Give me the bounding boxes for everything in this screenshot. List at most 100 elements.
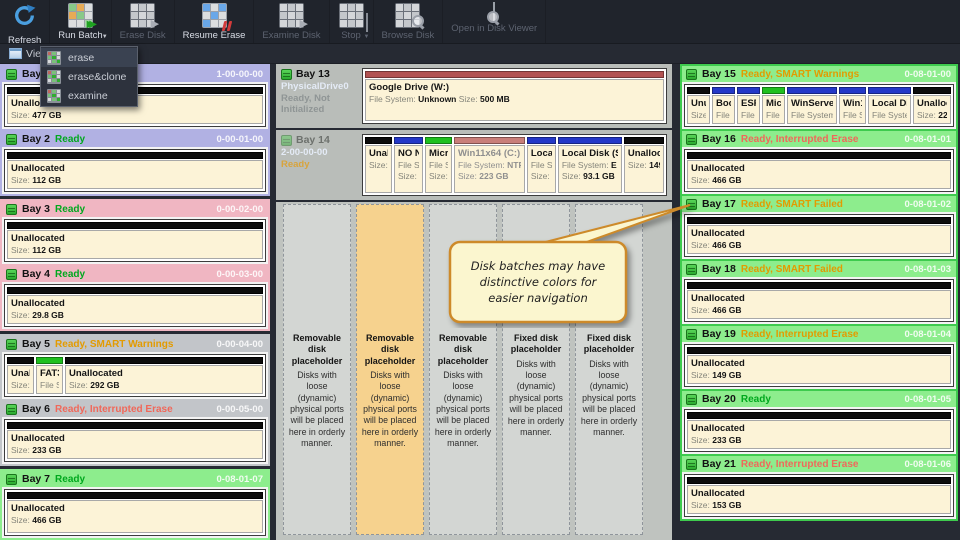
toolbar-button-run-batch[interactable]: Run Batch [50,0,111,43]
partition-box[interactable]: LocalFile SSize: [527,145,556,193]
partition-box[interactable]: UnallocatedSize: 149 GB [687,355,951,384]
toolbar-button-open-in-disk-viewer[interactable]: Open in Disk Viewer [443,0,546,43]
bay-panel-bay-20[interactable]: Bay 20Ready0-08-01-05 UnallocatedSize: 23… [682,391,956,454]
bay-panel-bay-19[interactable]: Bay 19Ready, Interrupted Erase0-08-01-04… [682,326,956,389]
partition-box[interactable]: UnallocatedSize: 233 GB [7,430,263,459]
toolbar-button-stop[interactable]: Stop [330,0,374,43]
partition[interactable]: UnallocatedSize: 466 GB [7,492,263,533]
bay-panel-bay-5[interactable]: Bay 5Ready, SMART Warnings0-00-04-00 Unal… [2,336,268,399]
partition-box[interactable]: UnalSize: [7,365,34,394]
menu-item-erase[interactable]: erase [41,48,137,67]
partition-box[interactable]: UnallocatedSize: 112 GB [7,160,263,189]
partition-box[interactable]: UnalSize: [365,145,392,193]
bay-panel-bay-14[interactable]: Bay 142-00-00-00ReadyUnalSize:NO NFile S… [276,130,672,200]
bay-header[interactable]: Bay 2Ready0-00-01-00 [2,131,268,147]
partition[interactable]: UnallocatedSize: 112 GB [7,152,263,189]
toolbar-button-resume-erase[interactable]: Resume Erase [175,0,255,43]
partition-box[interactable]: UnallocatedSize: 233 GB [687,420,951,449]
bay-panel-bay-3[interactable]: Bay 3Ready0-00-02-00 UnallocatedSize: 112… [2,201,268,264]
partition[interactable]: UnallocatedSize: 149 GB [687,347,951,384]
partition[interactable]: LocalFile SSize: [527,137,556,193]
partition-box[interactable]: UnuSize [687,95,710,124]
menu-item-erase-clone[interactable]: erase&clone [41,67,137,86]
bay-panel-bay-15[interactable]: Bay 15Ready, SMART Warnings0-08-01-00 Unu… [682,66,956,129]
bay-panel-bay-6[interactable]: Bay 6Ready, Interrupted Erase0-00-05-00 U… [2,401,268,464]
bay-panel-bay-2[interactable]: Bay 2Ready0-00-01-00 UnallocatedSize: 112… [2,131,268,194]
partition-box[interactable]: Local Disk (S:File System: ESize: 93.1 G… [558,145,622,193]
toolbar-button-refresh[interactable]: Refresh [0,0,50,43]
partition[interactable]: MicFileSize [762,87,785,124]
partition[interactable]: UnallocatedSize: 466 GB [687,152,951,189]
bay-header[interactable]: Bay 17Ready, SMART Failed0-08-01-02 [682,196,956,212]
partition[interactable]: UnallocatedSize: 466 GB [687,217,951,254]
partition[interactable]: Local Disk (S:File System: ESize: 93.1 G… [558,137,622,193]
partition[interactable]: Google Drive (W:)File System: Unknown Si… [365,71,664,121]
bay-header[interactable]: Bay 20Ready0-08-01-05 [682,391,956,407]
partition-box[interactable]: UnallocatedSize: 149 GB [624,145,664,193]
bay-panel-bay-13[interactable]: Bay 13PhysicalDrive0Ready, Not Initializ… [276,64,672,128]
partition[interactable]: Local DislFile SysterSize: 83.8 [868,87,911,124]
partition-box[interactable]: UnallocatedSize: 466 GB [687,160,951,189]
partition-box[interactable]: NO NFile SSize: [394,145,423,193]
partition[interactable]: UnallocatedSize: 149 GB [624,137,664,193]
partition-box[interactable]: FAT3File SSize: [36,365,63,394]
bay-header[interactable]: Bay 16Ready, Interrupted Erase0-08-01-01 [682,131,956,147]
bay-header[interactable]: Bay 18Ready, SMART Failed0-08-01-03 [682,261,956,277]
toolbar-button-erase-disk[interactable]: Erase Disk [112,0,175,43]
partition-box[interactable]: Local DislFile SysterSize: 83.8 [868,95,911,124]
toolbar-button-examine-disk[interactable]: Examine Disk [254,0,329,43]
partition-box[interactable]: MicFileSize [762,95,785,124]
partition[interactable]: UnallocatedSize: 153 GB [687,477,951,514]
partition[interactable]: FAT3File SSize: [36,357,63,394]
partition[interactable]: BocFileSize [712,87,735,124]
partition-box[interactable]: UnallocatedSize: 466 GB [687,225,951,254]
partition-box[interactable]: ESPFileSize [737,95,760,124]
partition-detail: Size: 226 GB [917,110,947,121]
partition-box[interactable]: Win1File SySize: 5 [839,95,866,124]
partition-box[interactable]: UnallocatedSize: 226 GB [913,95,951,124]
bay-header[interactable]: Bay 21Ready, Interrupted Erase0-08-01-06 [682,456,956,472]
partition-box[interactable]: Win11x64 (C:)File System: NTFSSize: 223 … [454,145,525,193]
partition-box[interactable]: UnallocatedSize: 29.8 GB [7,295,263,324]
partition[interactable]: ESPFileSize [737,87,760,124]
partition[interactable]: MicrFile SSize: [425,137,452,193]
partition[interactable]: WinServer2File System:Size: 97.1 G [787,87,837,124]
partition-box[interactable]: UnallocatedSize: 466 GB [7,500,263,533]
bay-header[interactable]: Bay 15Ready, SMART Warnings0-08-01-00 [682,66,956,82]
partition[interactable]: UnallocatedSize: 466 GB [687,282,951,319]
bay-header[interactable]: Bay 6Ready, Interrupted Erase0-00-05-00 [2,401,268,417]
bay-header[interactable]: Bay 7Ready0-08-01-07 [2,471,268,487]
partition[interactable]: UnallocatedSize: 112 GB [7,222,263,259]
bay-panel-bay-16[interactable]: Bay 16Ready, Interrupted Erase0-08-01-01… [682,131,956,194]
partition-box[interactable]: Google Drive (W:)File System: Unknown Si… [365,79,664,121]
partition[interactable]: NO NFile SSize: [394,137,423,193]
partition[interactable]: UnallocatedSize: 226 GB [913,87,951,124]
bay-panel-bay-7[interactable]: Bay 7Ready0-08-01-07 UnallocatedSize: 466… [2,471,268,538]
menu-item-examine[interactable]: examine [41,86,137,105]
partition[interactable]: UnallocatedSize: 29.8 GB [7,287,263,324]
bay-header[interactable]: Bay 5Ready, SMART Warnings0-00-04-00 [2,336,268,352]
bay-panel-bay-17[interactable]: Bay 17Ready, SMART Failed0-08-01-02 Unall… [682,196,956,259]
partition-box[interactable]: MicrFile SSize: [425,145,452,193]
partition-box[interactable]: UnallocatedSize: 292 GB [65,365,263,394]
partition[interactable]: UnallocatedSize: 233 GB [7,422,263,459]
partition-box[interactable]: UnallocatedSize: 153 GB [687,485,951,514]
bay-panel-bay-21[interactable]: Bay 21Ready, Interrupted Erase0-08-01-06… [682,456,956,519]
bay-header[interactable]: Bay 19Ready, Interrupted Erase0-08-01-04 [682,326,956,342]
partition[interactable]: Win11x64 (C:)File System: NTFSSize: 223 … [454,137,525,193]
bay-header[interactable]: Bay 4Ready0-00-03-00 [2,266,268,282]
partition-box[interactable]: UnallocatedSize: 466 GB [687,290,951,319]
partition[interactable]: UnuSize [687,87,710,124]
partition[interactable]: UnallocatedSize: 292 GB [65,357,263,394]
partition[interactable]: UnallocatedSize: 233 GB [687,412,951,449]
partition-box[interactable]: BocFileSize [712,95,735,124]
bay-panel-bay-18[interactable]: Bay 18Ready, SMART Failed0-08-01-03 Unall… [682,261,956,324]
partition-box[interactable]: UnallocatedSize: 112 GB [7,230,263,259]
bay-panel-bay-4[interactable]: Bay 4Ready0-00-03-00 UnallocatedSize: 29.… [2,266,268,329]
partition[interactable]: UnalSize: [7,357,34,394]
partition-box[interactable]: WinServer2File System:Size: 97.1 G [787,95,837,124]
bay-header[interactable]: Bay 3Ready0-00-02-00 [2,201,268,217]
toolbar-button-browse-disk[interactable]: Browse Disk [374,0,444,43]
partition[interactable]: Win1File SySize: 5 [839,87,866,124]
partition[interactable]: UnalSize: [365,137,392,193]
